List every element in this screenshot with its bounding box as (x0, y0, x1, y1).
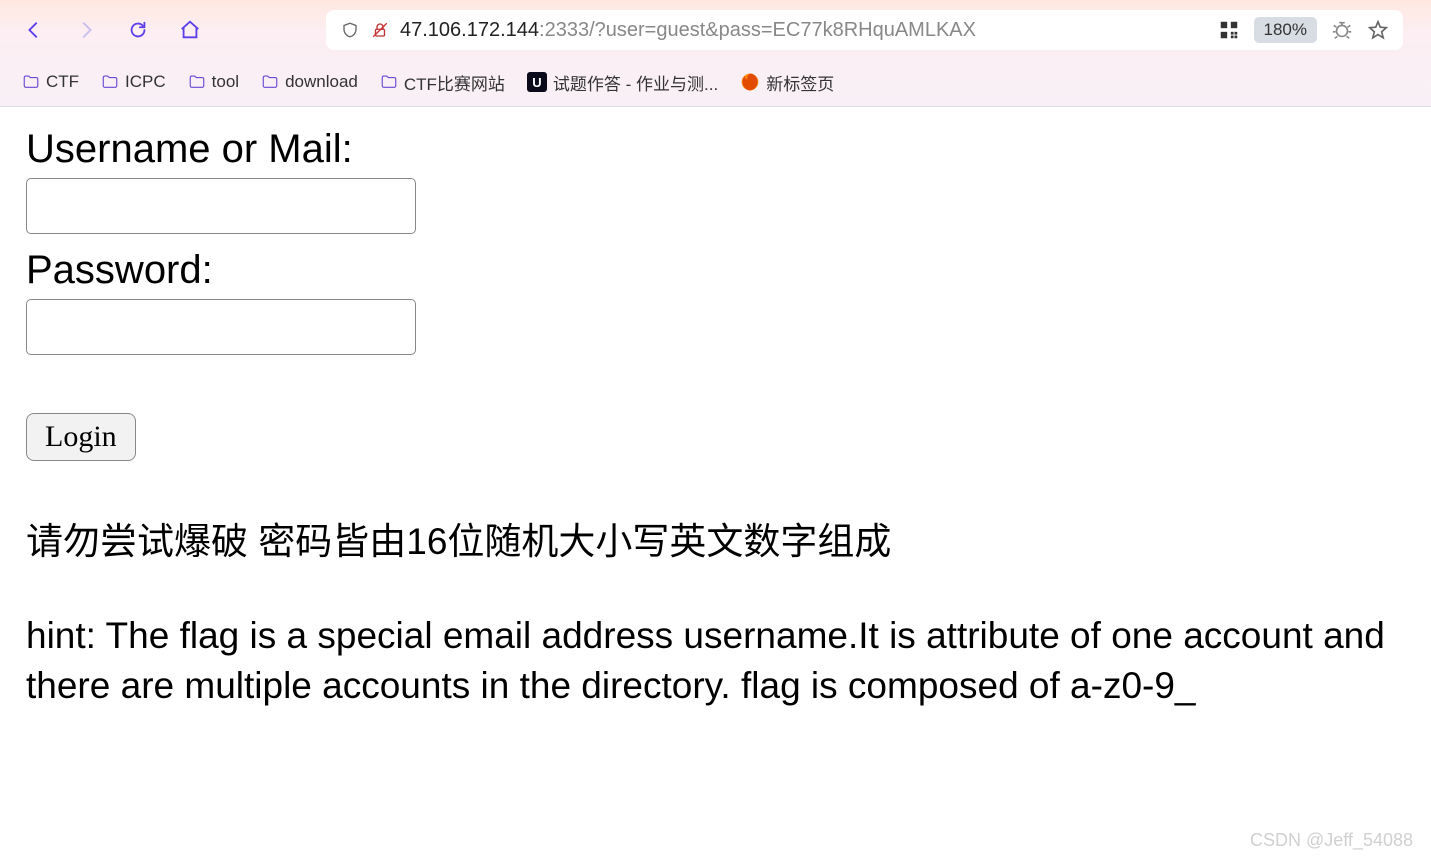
zoom-badge[interactable]: 180% (1254, 17, 1317, 43)
url-text: 47.106.172.144:2333/?user=guest&pass=EC7… (400, 19, 1208, 42)
password-input[interactable] (26, 299, 416, 355)
folder-icon (380, 73, 398, 91)
hint-text: hint: The flag is a special email addres… (26, 611, 1396, 711)
bookmark-label: 试题作答 - 作业与测... (553, 70, 718, 95)
bookmark-folder-tool[interactable]: tool (188, 72, 239, 92)
bookmark-folder-ctf-sites[interactable]: CTF比赛网站 (380, 70, 505, 95)
bookmark-label: CTF比赛网站 (404, 70, 505, 95)
favicon-u-icon: U (527, 72, 547, 92)
password-label: Password: (26, 248, 1405, 293)
bookmark-folder-ctf[interactable]: CTF (22, 72, 79, 92)
browser-toolbar: 47.106.172.144:2333/?user=guest&pass=EC7… (0, 0, 1431, 60)
shield-icon (340, 20, 360, 40)
back-button[interactable] (18, 14, 50, 46)
folder-icon (22, 73, 40, 91)
url-bar[interactable]: 47.106.172.144:2333/?user=guest&pass=EC7… (326, 10, 1403, 50)
bookmark-folder-download[interactable]: download (261, 72, 358, 92)
folder-icon (101, 73, 119, 91)
warning-text: 请勿尝试爆破 密码皆由16位随机大小写英文数字组成 (26, 519, 1405, 565)
reload-button[interactable] (122, 14, 154, 46)
login-button[interactable]: Login (26, 413, 136, 461)
home-button[interactable] (174, 14, 206, 46)
bookmark-newtab[interactable]: 新标签页 (740, 70, 834, 95)
folder-icon (261, 73, 279, 91)
url-path: :2333/?user=guest&pass=EC77k8RHquAMLKAX (539, 19, 976, 41)
forward-button[interactable] (70, 14, 102, 46)
favicon-firefox-icon (740, 72, 760, 92)
bookmark-folder-icpc[interactable]: ICPC (101, 72, 166, 92)
url-host: 47.106.172.144 (400, 19, 539, 41)
qr-icon[interactable] (1218, 19, 1240, 41)
username-label: Username or Mail: (26, 127, 1405, 172)
bookmark-quiz[interactable]: U 试题作答 - 作业与测... (527, 70, 718, 95)
folder-icon (188, 73, 206, 91)
bookmark-label: download (285, 72, 358, 92)
bookmark-label: tool (212, 72, 239, 92)
page-content: Username or Mail: Password: Login 请勿尝试爆破… (0, 107, 1431, 729)
bug-icon[interactable] (1331, 19, 1353, 41)
url-right-icons: 180% (1218, 17, 1389, 43)
bookmark-label: 新标签页 (766, 70, 834, 95)
username-input[interactable] (26, 178, 416, 234)
bookmark-label: ICPC (125, 72, 166, 92)
watermark-text: CSDN @Jeff_54088 (1250, 830, 1413, 851)
bookmarks-bar: CTF ICPC tool download CTF比赛网站 U 试题作答 - … (0, 60, 1431, 104)
browser-chrome: 47.106.172.144:2333/?user=guest&pass=EC7… (0, 0, 1431, 107)
bookmark-star-icon[interactable] (1367, 19, 1389, 41)
insecure-lock-icon (370, 20, 390, 40)
bookmark-label: CTF (46, 72, 79, 92)
